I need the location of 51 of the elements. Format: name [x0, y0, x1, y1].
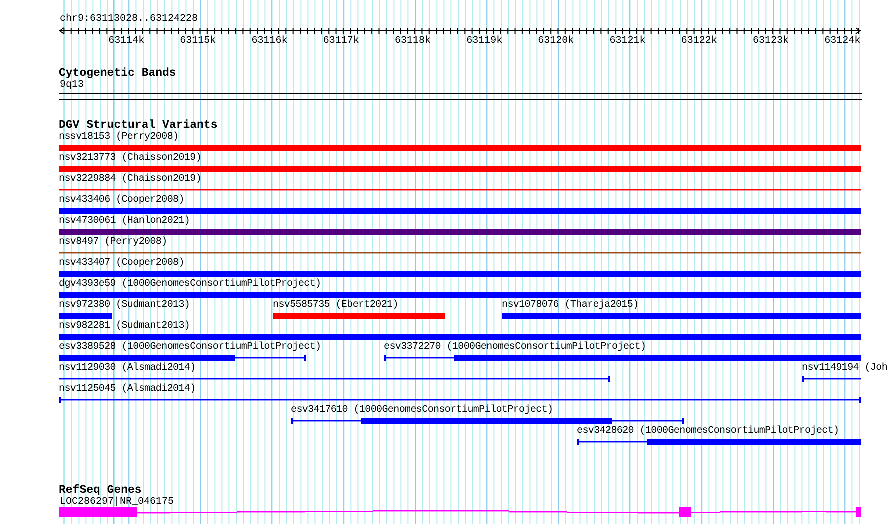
ruler-tick-label: 63116k: [252, 36, 288, 48]
variant-label: dgv4393e59 (1000GenomesConsortiumPilotProject): [59, 279, 322, 291]
variant-bar[interactable]: [59, 354, 306, 362]
variant-label: nsv433406 (Cooper2008): [59, 195, 184, 207]
variant-label: nsv5585735 (Ebert2021): [273, 300, 398, 312]
variant-bar[interactable]: [802, 375, 861, 383]
variant-label: esv3417610 (1000GenomesConsortiumPilotProject): [291, 405, 554, 417]
ruler-tick-label: 63122k: [681, 36, 718, 48]
variant-bar[interactable]: [502, 312, 861, 320]
gene-model-drawing[interactable]: [59, 507, 861, 517]
variant-bar[interactable]: [59, 396, 861, 404]
variant-bar[interactable]: [59, 375, 610, 383]
variant-label: esv3428620 (1000GenomesConsortiumPilotProject): [577, 426, 840, 438]
variant-bar[interactable]: [59, 270, 861, 278]
variant-bar[interactable]: [59, 312, 112, 320]
variant-label: nsv972380 (Sudmant2013): [59, 300, 190, 312]
ruler-tick-label: 63120k: [538, 36, 574, 48]
ruler-tick-label: 63123k: [753, 36, 789, 48]
variant-label: nsv1078076 (Thareja2015): [502, 300, 639, 312]
ruler-tick-label: 63118k: [395, 36, 431, 48]
variant-label: nsv4730061 (Hanlon2021): [59, 216, 190, 228]
variant-label: nsv8497 (Perry2008): [59, 237, 168, 249]
variant-bar[interactable]: [59, 207, 861, 215]
variant-label: esv3372270 (1000GenomesConsortiumPilotProject): [384, 342, 646, 354]
track-title: DGV Structural Variants: [59, 120, 219, 132]
variant-label: nsv1129030 (Alsmadi2014): [59, 363, 196, 375]
variant-bar[interactable]: [577, 438, 861, 446]
variant-bar[interactable]: [384, 354, 861, 362]
variant-label: nsv982281 (Sudmant2013): [59, 321, 190, 333]
variant-bar[interactable]: [291, 417, 684, 425]
ruler-tick-label: 63121k: [610, 36, 646, 48]
ruler-tick-label: 63114k: [108, 36, 145, 48]
variant-label: nsv3229884 (Chaisson2019): [59, 174, 202, 186]
track-title: Cytogenetic Bands: [59, 68, 178, 80]
variant-bar[interactable]: [59, 291, 861, 299]
ruler-tick-label: 63117k: [323, 36, 360, 48]
ruler-tick-label: 63124k: [824, 36, 861, 48]
variant-label: esv3389528 (1000GenomesConsortiumPilotProject): [59, 342, 322, 354]
band-label: 9q13: [59, 80, 86, 92]
variant-label: nsv1149194 (Joh: [802, 363, 888, 375]
ruler-tick-label: 63115k: [180, 36, 216, 48]
variant-label: nsv433407 (Cooper2008): [59, 258, 184, 270]
variant-label: nssv18153 (Perry2008): [59, 132, 179, 144]
location-label: chr9:63113028..63124228: [59, 14, 200, 26]
gene-label: LOC286297|NR_046175: [59, 497, 176, 507]
variant-label: nsv1125045 (Alsmadi2014): [59, 384, 196, 396]
ruler-tick-label: 63119k: [466, 36, 503, 48]
track-title: RefSeq Genes: [59, 485, 142, 497]
variant-label: nsv3213773 (Chaisson2019): [59, 153, 202, 165]
variant-bar[interactable]: [59, 333, 861, 341]
variant-bar[interactable]: [59, 228, 861, 236]
